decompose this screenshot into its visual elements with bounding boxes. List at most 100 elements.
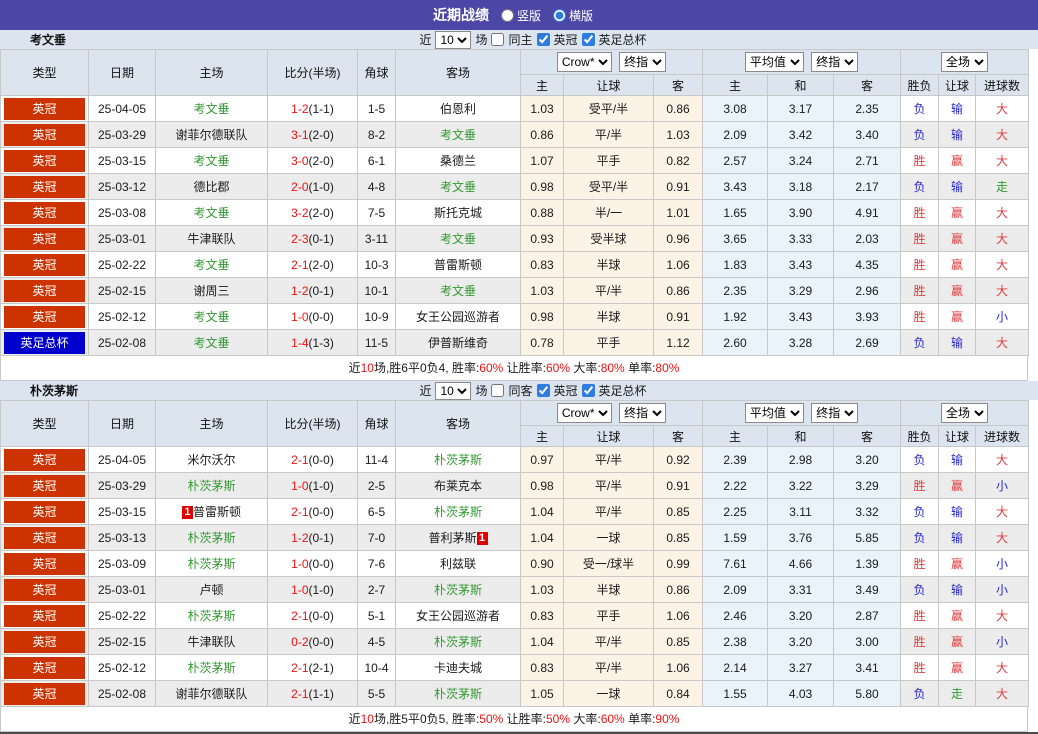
sub-header-avg-home: 主 [702, 425, 769, 447]
handicap-away-odds: 1.03 [652, 121, 704, 148]
handicap-away-odds: 0.91 [652, 173, 704, 200]
summary-stat-value: 80% [600, 361, 625, 375]
match-row: 英冠 25-03-29 谢菲尔德联队 3-1(2-0) 8-2 考文垂 0.86 平/半 1.0… [0, 121, 1030, 148]
date-cell: 25-02-15 [88, 277, 156, 304]
handicap-home-odds: 1.03 [520, 95, 564, 122]
league-cell: 英冠 [0, 576, 89, 603]
league-cell: 英冠 [0, 498, 89, 525]
avg-home-odds: 2.60 [702, 329, 769, 356]
bookmaker-period-select[interactable]: 终指 [619, 52, 667, 72]
away-team-cell: 女王公园巡游者 [395, 602, 521, 629]
home-team-cell: 考文垂 [155, 251, 268, 278]
summary-text: 场,胜6平0负4, 胜率: [373, 361, 480, 375]
summary-stat-value: 10 [360, 361, 374, 375]
result-cell: 胜 [900, 277, 940, 304]
league-checkbox[interactable] [536, 33, 550, 46]
handicap-result-cell: 赢 [938, 225, 977, 252]
bookmaker-select[interactable]: Crow* [556, 403, 612, 423]
goals-result-cell: 走 [975, 173, 1030, 200]
average-period-select[interactable]: 终指 [811, 403, 859, 423]
halftime-score: (1-3) [308, 335, 334, 350]
horizontal-radio[interactable] [553, 8, 566, 22]
cup-checkbox[interactable] [581, 33, 595, 46]
near-label: 近 [419, 384, 432, 398]
league-checkbox[interactable] [536, 384, 550, 397]
handicap-result-cell: 输 [938, 121, 977, 148]
average-group-header: 平均值 终指 [702, 400, 902, 426]
team-name: 朴茨茅斯 [30, 384, 79, 398]
away-team-cell: 布莱克本 [395, 472, 521, 499]
handicap-home-odds: 0.86 [520, 121, 564, 148]
average-select[interactable]: 平均值 [744, 403, 804, 423]
bookmaker-select[interactable]: Crow* [556, 52, 612, 72]
handicap-line: 受一/球半 [563, 550, 654, 577]
handicap-line: 平/半 [563, 121, 654, 148]
corners-cell: 5-1 [357, 602, 396, 629]
average-period-select[interactable]: 终指 [811, 52, 859, 72]
handicap-home-odds: 0.90 [520, 550, 564, 577]
result-cell: 胜 [900, 147, 940, 174]
match-row: 英冠 25-03-13 朴茨茅斯 1-2(0-1) 7-0 普利茅斯 1 1.04 一球 0.85… [0, 524, 1030, 551]
score-cell: 3-0(2-0) [267, 147, 358, 174]
halftime-score: (1-1) [308, 686, 334, 701]
result-cell: 负 [900, 121, 940, 148]
fulltime-score: 2-1 [291, 660, 309, 675]
layout-option-vertical[interactable]: 竖版 [500, 7, 541, 24]
goals-result-cell: 大 [975, 199, 1030, 226]
col-header-type: 类型 [0, 400, 89, 447]
score-cell: 2-1(1-1) [267, 680, 358, 707]
fulltime-score: 0-2 [291, 634, 309, 649]
score-cell: 3-2(2-0) [267, 199, 358, 226]
scope-select[interactable]: 全场 [941, 52, 989, 72]
date-cell: 25-02-22 [88, 602, 156, 629]
scope-select[interactable]: 全场 [941, 403, 989, 423]
sub-header-avg-away: 客 [833, 74, 902, 96]
handicap-home-odds: 0.97 [520, 446, 564, 473]
halftime-score: (0-1) [308, 283, 334, 298]
avg-draw-odds: 3.27 [767, 654, 835, 681]
games-label: 场 [475, 384, 488, 398]
team-label: 朴茨茅斯 [187, 661, 236, 675]
result-cell: 胜 [900, 472, 940, 499]
result-cell: 胜 [900, 654, 940, 681]
same-venue-checkbox[interactable] [491, 384, 505, 397]
away-team-cell: 朴茨茅斯 [395, 498, 521, 525]
avg-draw-odds: 4.66 [767, 550, 835, 577]
league-cell: 英冠 [0, 225, 89, 252]
league-badge: 英冠 [4, 552, 85, 575]
goals-result-cell: 大 [975, 654, 1030, 681]
avg-away-odds: 2.03 [833, 225, 902, 252]
vertical-radio[interactable] [500, 8, 514, 22]
cup-checkbox[interactable] [581, 384, 595, 397]
result-cell: 负 [900, 498, 940, 525]
home-team-cell: 德比郡 [155, 173, 268, 200]
bookmaker-period-select[interactable]: 终指 [619, 403, 667, 423]
handicap-result-cell: 赢 [938, 147, 977, 174]
same-venue-checkbox[interactable] [491, 33, 505, 46]
average-select[interactable]: 平均值 [744, 52, 804, 72]
layout-option-horizontal[interactable]: 横版 [553, 7, 593, 24]
halftime-score: (0-0) [308, 452, 334, 467]
date-cell: 25-03-15 [88, 147, 156, 174]
avg-away-odds: 4.35 [833, 251, 902, 278]
match-count-select[interactable]: 10 [435, 30, 472, 49]
avg-draw-odds: 3.31 [767, 576, 835, 603]
league-cell: 英冠 [0, 654, 89, 681]
team-label: 米尔沃尔 [187, 453, 236, 467]
summary-text: 让胜率: [503, 361, 546, 375]
date-cell: 25-02-22 [88, 251, 156, 278]
team-label: 考文垂 [193, 258, 230, 272]
league-cell: 英冠 [0, 602, 89, 629]
match-count-select[interactable]: 10 [435, 381, 472, 400]
avg-draw-odds: 3.17 [767, 95, 835, 122]
result-group-header: 全场 [900, 400, 1030, 426]
league-cell: 英冠 [0, 628, 89, 655]
handicap-away-odds: 1.01 [652, 199, 704, 226]
result-cell: 胜 [900, 303, 940, 330]
handicap-away-odds: 1.06 [652, 654, 704, 681]
result-cell: 负 [900, 446, 940, 473]
col-header-corners: 角球 [357, 49, 396, 96]
fulltime-score: 2-1 [291, 686, 309, 701]
corners-cell: 7-0 [357, 524, 396, 551]
league-checkbox-label: 英冠 [553, 384, 578, 398]
